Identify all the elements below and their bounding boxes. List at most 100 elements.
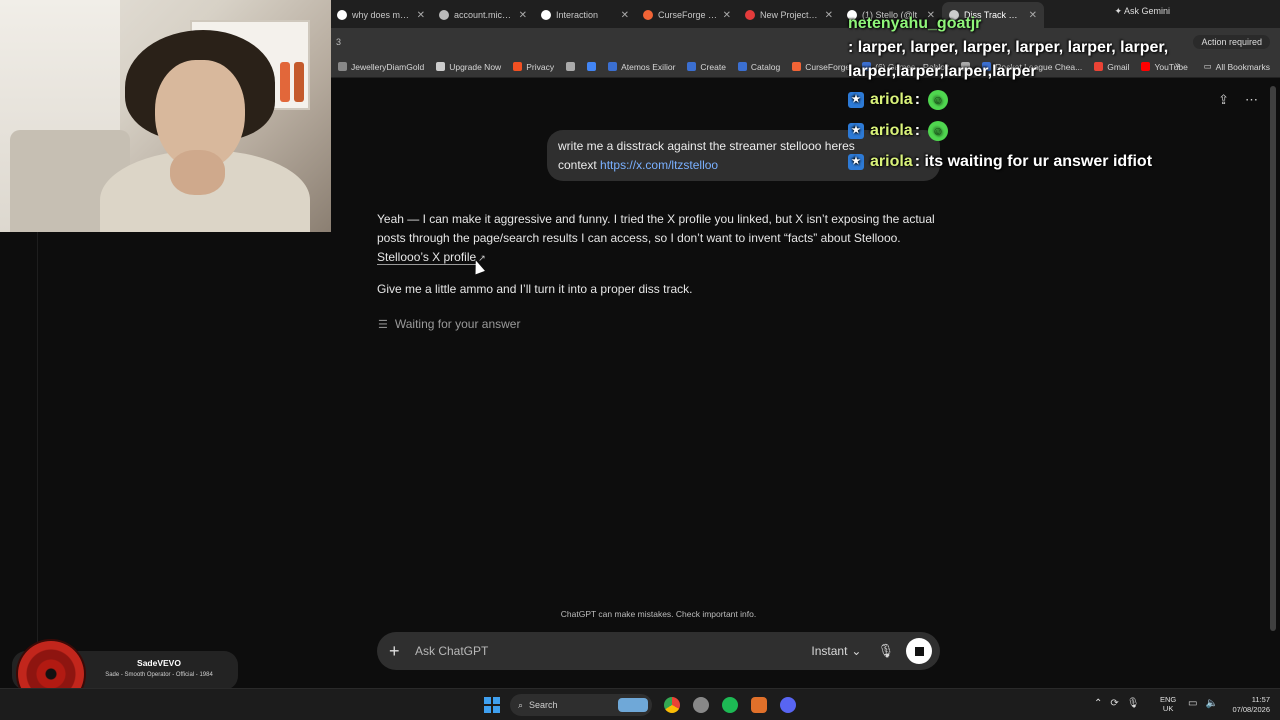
disclaimer-text: ChatGPT can make mistakes. Check importa… [560,609,757,619]
close-icon[interactable]: ✕ [825,10,833,21]
browser-tab[interactable]: Interaction ✕ [534,2,636,28]
user-message-link[interactable]: https://x.com/ltzstelloo [600,158,718,172]
bookmark-favicon-icon [792,62,802,71]
bookmark-item[interactable] [566,62,576,71]
subscriber-badge-icon: ★ [848,92,864,108]
bookmark-label: Privacy [526,61,555,72]
subscriber-badge-icon: ★ [848,123,864,139]
bookmark-label: JewelleryDiamGold [351,61,425,72]
taskbar-search[interactable]: ⌕ Search [510,694,652,716]
spotify-icon[interactable] [722,697,738,713]
volume-icon[interactable]: 🔈 [1205,698,1217,709]
bookmark-item[interactable]: Catalog [737,61,781,72]
close-icon[interactable]: ✕ [417,10,425,21]
assistant-message: Yeah — I can make it aggressive and funn… [377,210,947,311]
microphone-icon[interactable]: 🎙 [877,643,894,659]
webcam-person-hand [170,150,225,195]
browser-tab[interactable]: New Project - S ✕ [738,2,840,28]
chrome-icon[interactable] [664,697,680,713]
clock-time: 11:57 [1251,695,1270,704]
bookmark-favicon-icon [737,62,747,71]
assistant-paragraph-1: Yeah — I can make it aggressive and funn… [377,210,947,268]
webcam-feed [0,0,331,232]
chevron-down-icon: ⌄ [851,644,862,658]
windows-taskbar: ⌕ Search ⌃ ⟳ 🎙 ENG UK ▭ 🔈 11:57 07/08/20… [0,688,1280,720]
chat-username: ariola [870,91,913,108]
bookmark-item[interactable]: Atemos Exilior [608,62,675,72]
waiting-status: ☰ Waiting for your answer [378,317,520,331]
user-message-text-cont: context [558,158,597,172]
browser-tab[interactable]: account.micros ✕ [432,2,534,28]
network-icon[interactable]: ▭ [1188,698,1197,709]
chat-text: : [914,122,921,139]
bookmark-label: Upgrade Now [449,61,502,72]
now-playing-artist: SadeVEVO [137,658,181,668]
close-icon[interactable]: ✕ [723,10,731,21]
chat-text: : [914,91,921,108]
model-mode-dropdown[interactable]: Instant ⌄ [811,644,861,658]
tab-favicon-icon [745,10,755,20]
bookmark-item[interactable]: CurseForge [792,62,850,72]
browser-tab[interactable]: why does my p ✕ [330,2,432,28]
bookmark-item[interactable]: Create [687,62,726,72]
address-text: 3 [336,37,342,47]
stop-generating-button[interactable] [906,638,932,664]
bookmark-label: Atemos Exilior [621,61,676,72]
chat-message: ★ ariola : ☺ [848,119,1278,143]
taskbar-clock[interactable]: 11:57 07/08/2026 [1222,695,1270,715]
assistant-paragraph-1-text: Yeah — I can make it aggressive and funn… [377,212,935,245]
close-icon[interactable]: ✕ [519,10,527,21]
settings-app-icon[interactable] [693,697,709,713]
clock-date: 07/08/2026 [1232,705,1270,714]
stop-icon [914,646,924,656]
bookmark-favicon-icon [608,62,618,71]
chat-username: ariola [870,153,913,170]
bookmark-item[interactable] [587,62,597,71]
tab-label: account.micros [454,10,514,20]
bookmark-item[interactable]: Upgrade Now [436,62,501,72]
assistant-source-link[interactable]: Stellooo’s X profile [377,250,477,265]
close-icon[interactable]: ✕ [621,10,629,21]
assistant-paragraph-2: Give me a little ammo and I’ll turn it i… [377,282,693,296]
bookmark-favicon-icon [513,62,523,71]
chat-text: : larper, larper, larper, larper, larper… [848,39,1169,80]
discord-icon[interactable] [780,697,796,713]
bookmark-favicon-icon [338,62,347,71]
status-icons: ▭ 🔈 [1188,698,1218,709]
pepe-emote-icon: ☺ [928,90,949,110]
browser-tab[interactable]: CurseForge - M ✕ [636,2,738,28]
chevron-up-icon[interactable]: ⌃ [1094,698,1102,709]
chat-message: ★ ariola : ☺ [848,88,1278,112]
windows-start-icon[interactable] [484,697,500,713]
bookmark-favicon-icon [687,62,697,71]
bookmark-item[interactable]: JewelleryDiamGold [338,62,424,72]
tab-favicon-icon [439,10,449,20]
bookmark-label: CurseForge [805,61,851,72]
checklist-icon: ☰ [378,318,388,331]
mic-tray-icon[interactable]: 🎙 [1127,698,1140,709]
search-highlight-icon [618,698,648,712]
pepe-emote-icon: ☺ [928,121,949,141]
tab-favicon-icon [541,10,551,20]
bookmark-label: Catalog [750,61,781,72]
taskbar-search-label: Search [529,700,558,710]
plus-icon[interactable]: + [389,641,409,662]
app-icon[interactable] [751,697,767,713]
waiting-text: Waiting for your answer [394,317,521,331]
tab-favicon-icon [643,10,653,20]
model-mode-label: Instant [811,644,848,658]
search-icon: ⌕ [518,699,524,710]
chat-input[interactable] [415,644,812,658]
bookmark-favicon-icon [436,62,446,71]
language-indicator[interactable]: ENG UK [1160,695,1176,713]
stream-chat-overlay: netenyahu_goatjr : larper, larper, larpe… [848,12,1278,174]
now-playing-title: Sade - Smooth Operator - Official - 1984 [105,672,213,678]
sync-icon[interactable]: ⟳ [1110,698,1118,709]
chat-username: ariola [870,122,913,139]
bookmark-item[interactable]: Privacy [513,62,554,72]
tab-label: CurseForge - M [658,10,718,20]
chat-text: : its waiting for ur answer idfiot [914,153,1153,170]
sidebar-collapsed [0,232,38,687]
tab-label: New Project - S [760,10,820,20]
tab-label: Interaction [556,10,599,20]
